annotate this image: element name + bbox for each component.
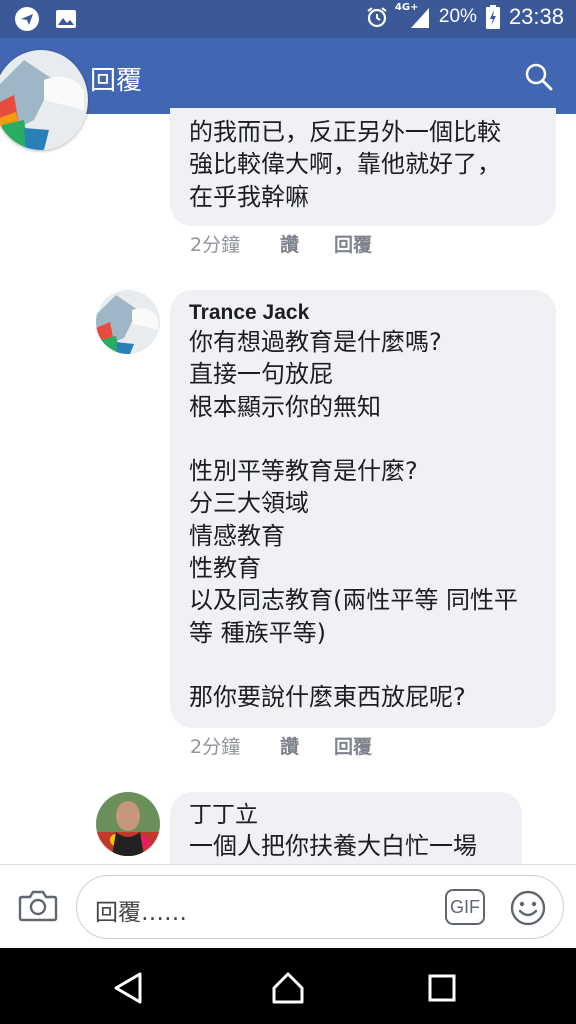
status-bar: 4G+ 20% 23:38 — [0, 0, 576, 38]
comment-text-line: 性教育 — [189, 554, 261, 583]
comment-bubble: 的我而已，反正另外一個比較 強比較偉大啊，靠他就好了， 在乎我幹嘛 — [170, 108, 556, 226]
comment-text-line: 直接一句放屁 — [189, 360, 333, 389]
avatar[interactable] — [96, 290, 160, 354]
comment-text-line: 你有想過教育是什麼嗎? — [189, 328, 442, 356]
comment-text-line: 一個人把你扶養大白忙一場 — [189, 832, 477, 860]
reply-placeholder: 回覆…… — [95, 900, 187, 926]
comment-text-line — [189, 423, 536, 455]
comment-timestamp: 2分鐘 — [190, 736, 241, 758]
signal-icon: 4G+ — [395, 2, 431, 30]
page-title: 回覆 — [90, 66, 143, 96]
comment-author[interactable]: 丁丁立 — [189, 800, 502, 830]
comment-text-line: 在乎我幹嘛 — [189, 182, 309, 211]
comment-text-line: 的我而已，反正另外一個比較 — [189, 118, 501, 146]
emoji-icon[interactable] — [509, 889, 547, 927]
avatar[interactable] — [0, 50, 88, 150]
comment-author[interactable]: Trance Jack — [189, 300, 536, 326]
comment-text-line: 分三大領域 — [189, 489, 309, 518]
back-icon[interactable] — [110, 970, 146, 1006]
comment-meta: 2分鐘 讚 回覆 — [190, 230, 372, 257]
comment-text-line: 情感教育 — [189, 521, 285, 550]
comment-meta: 2分鐘 讚 回覆 — [190, 732, 372, 759]
search-icon[interactable] — [524, 62, 554, 92]
like-button[interactable]: 讚 — [280, 732, 334, 759]
comment-text-line: 強比較偉大啊，靠他就好了， — [189, 150, 501, 179]
recents-icon[interactable] — [424, 970, 460, 1006]
system-nav-bar — [0, 948, 576, 1024]
battery-percent: 20% — [438, 6, 477, 27]
comment-bubble: Trance Jack 你有想過教育是什麼嗎? 直接一句放屁 根本顯示你的無知 … — [170, 290, 556, 728]
comment-text-line: 性別平等教育是什麼? — [189, 457, 418, 486]
reply-button[interactable]: 回覆 — [334, 732, 372, 759]
reply-input[interactable]: 回覆…… GIF — [76, 875, 564, 939]
comment-text-line: 根本顯示你的無知 — [189, 392, 381, 421]
clock: 23:38 — [508, 4, 564, 29]
telegram-icon — [15, 7, 39, 31]
avatar[interactable] — [96, 792, 160, 856]
reply-button[interactable]: 回覆 — [334, 230, 372, 257]
alarm-icon — [367, 7, 387, 28]
comment-text-line: 那你要說什麼東西放屁呢? — [189, 683, 466, 712]
battery-icon — [485, 5, 500, 29]
comment-text-line — [189, 649, 536, 681]
reply-bar: 回覆…… GIF — [0, 864, 576, 948]
comment-timestamp: 2分鐘 — [190, 234, 241, 256]
image-icon — [56, 10, 76, 28]
camera-icon[interactable] — [18, 887, 58, 923]
comment-bubble: 丁丁立 一個人把你扶養大白忙一場 — [170, 792, 522, 864]
comment-text-line: 以及同志教育(兩性平等 同性平 — [189, 586, 518, 615]
comment-text-line: 等 種族平等) — [189, 618, 326, 647]
like-button[interactable]: 讚 — [280, 230, 334, 257]
home-icon[interactable] — [270, 970, 306, 1006]
gif-button[interactable]: GIF — [445, 889, 485, 925]
